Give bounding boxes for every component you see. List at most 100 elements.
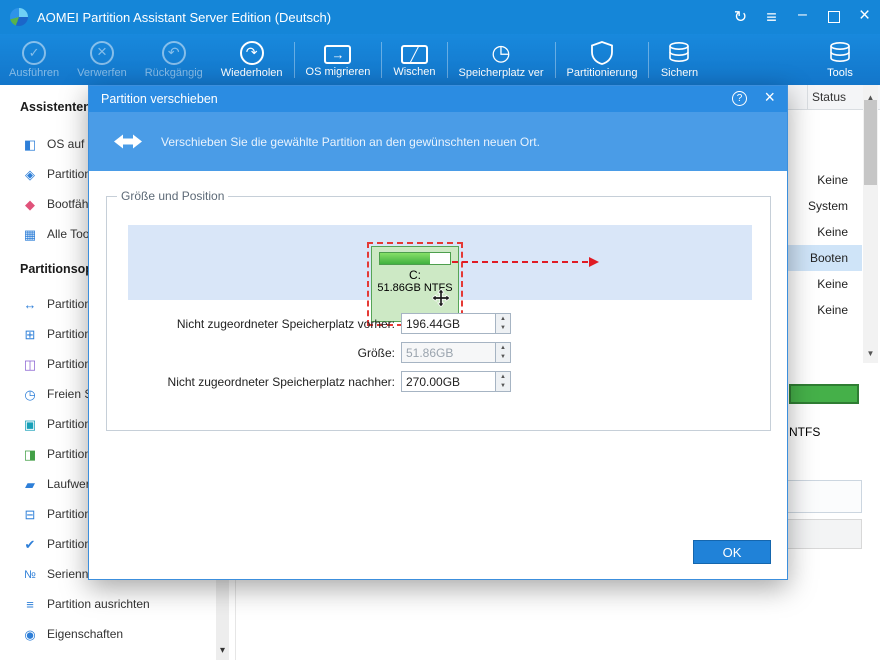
toolbar-separator xyxy=(554,41,556,78)
menu-icon[interactable] xyxy=(756,0,787,34)
sidebar-item-label: Partition ausrichten xyxy=(47,597,150,611)
drag-direction-arrow xyxy=(452,257,599,267)
spinner-up-icon[interactable] xyxy=(496,314,510,324)
toolbar-button-label: Wischen xyxy=(393,66,436,78)
toolbar-button-label: Rückgängig xyxy=(144,66,203,79)
toolbar-separator xyxy=(648,41,650,78)
status-cell[interactable]: Keine xyxy=(817,225,848,239)
drive-letter-icon xyxy=(22,478,38,491)
partition-usage-bar xyxy=(379,252,451,265)
partition-recover-icon xyxy=(22,168,38,181)
spinner-down-icon[interactable] xyxy=(496,324,510,334)
scroll-down-icon[interactable] xyxy=(863,343,878,361)
field-label: Größe: xyxy=(357,346,395,360)
size-position-groupbox: Größe und Position C: 51.86GB NTFS Nicht… xyxy=(106,189,771,431)
tools-button[interactable]: Tools xyxy=(812,34,868,85)
migrate-os-button[interactable]: OS migrieren xyxy=(297,34,380,85)
scroll-down-icon[interactable] xyxy=(216,640,229,658)
toolbar-button-label: Wiederholen xyxy=(220,66,283,79)
dialog-close-icon[interactable] xyxy=(764,87,775,108)
sidebar-item-label: Partition xyxy=(47,167,92,181)
sidebar-item-label: Partition xyxy=(47,417,92,431)
status-cell[interactable]: System xyxy=(808,199,848,213)
redo-button[interactable]: Wiederholen xyxy=(212,34,292,85)
spinner-down-icon[interactable] xyxy=(496,353,510,363)
sidebar-item-label: Partition xyxy=(47,297,92,311)
discard-icon xyxy=(89,40,114,65)
maximize-button[interactable] xyxy=(818,0,849,34)
partition-usage-fill xyxy=(380,253,430,264)
spinner xyxy=(495,343,510,362)
space-before-input[interactable] xyxy=(402,314,495,333)
resize-icon xyxy=(22,298,38,311)
status-cell[interactable]: Booten xyxy=(810,251,848,265)
window-controls xyxy=(725,0,880,34)
undo-button[interactable]: Rückgängig xyxy=(136,34,212,85)
redo-icon xyxy=(239,40,264,65)
dashed-arrow-line xyxy=(452,261,588,263)
toolbar-button-label: OS migrieren xyxy=(305,66,371,78)
apply-button[interactable]: Ausführen xyxy=(0,34,68,85)
space-after-input[interactable] xyxy=(402,372,495,391)
main-toolbar: Ausführen Verwerfen Rückgängig Wiederhol… xyxy=(0,34,880,85)
spinner-up-icon[interactable] xyxy=(496,343,510,353)
wipe-button[interactable]: Wischen xyxy=(384,34,444,85)
backup-button[interactable]: Sichern xyxy=(651,34,707,85)
copy-icon xyxy=(22,418,38,431)
column-divider xyxy=(807,85,808,110)
sidebar-item-align-partition[interactable]: Partition ausrichten xyxy=(0,589,235,619)
format-icon xyxy=(22,448,38,461)
disk-map-box xyxy=(787,480,862,513)
disk-map-box xyxy=(787,519,862,549)
disk-layout-strip: C: 51.86GB NTFS xyxy=(128,225,752,326)
status-cell[interactable]: Keine xyxy=(817,173,848,187)
toolbar-separator xyxy=(446,41,448,78)
partition-name: C: xyxy=(409,268,421,282)
migrate-os-icon xyxy=(324,45,352,64)
apply-check-icon xyxy=(22,40,47,65)
move-partition-dialog: Partition verschieben Verschieben Sie di… xyxy=(88,85,788,580)
toolbar-button-label: Verwerfen xyxy=(77,66,127,79)
wipe-disk-icon xyxy=(400,45,428,64)
dialog-banner: Verschieben Sie die gewählte Partition a… xyxy=(89,112,787,171)
disk-analyze-icon xyxy=(491,40,510,65)
partition-block[interactable]: C: 51.86GB NTFS xyxy=(371,246,459,322)
status-cell[interactable]: Keine xyxy=(817,277,848,291)
toolbar-button-label: Ausführen xyxy=(9,66,60,79)
status-cell[interactable]: Keine xyxy=(817,303,848,317)
align-icon xyxy=(22,598,38,611)
partitioning-button[interactable]: Partitionierung xyxy=(558,34,647,85)
discard-button[interactable]: Verwerfen xyxy=(68,34,136,85)
size-input xyxy=(402,343,495,362)
table-scrollbar[interactable] xyxy=(863,85,878,363)
sidebar-item-label: Partition xyxy=(47,327,92,341)
properties-icon xyxy=(22,628,38,641)
ok-button[interactable]: OK xyxy=(693,540,771,564)
size-input-wrap xyxy=(401,342,511,363)
status-column-header: Status xyxy=(811,90,846,104)
spinner xyxy=(495,372,510,391)
spinner xyxy=(495,314,510,333)
dialog-titlebar: Partition verschieben xyxy=(89,86,787,112)
bootable-media-icon xyxy=(22,198,38,211)
minimize-button[interactable] xyxy=(787,0,818,34)
window-title: AOMEI Partition Assistant Server Edition… xyxy=(37,9,332,25)
analyze-space-button[interactable]: Speicherplatz ver xyxy=(450,34,553,85)
sidebar-item-label: Alle Tool xyxy=(47,227,93,241)
app-logo-icon xyxy=(10,8,28,26)
close-button[interactable] xyxy=(849,0,880,34)
disk-map-partition-bar[interactable] xyxy=(789,384,859,404)
field-label: Nicht zugeordneter Speicherplatz vorher: xyxy=(176,317,395,331)
toolbar-button-label: Speicherplatz ver xyxy=(458,67,544,79)
sidebar-item-label: Partition xyxy=(47,357,92,371)
table-scrollbar-thumb[interactable] xyxy=(864,100,877,185)
spinner-up-icon[interactable] xyxy=(496,372,510,382)
sidebar-item-properties[interactable]: Eigenschaften xyxy=(0,619,235,649)
split-icon xyxy=(22,358,38,371)
monitor-icon xyxy=(22,138,38,151)
field-row: Größe: xyxy=(107,342,770,364)
help-icon[interactable] xyxy=(732,91,747,106)
spinner-down-icon[interactable] xyxy=(496,382,510,392)
space-after-input-wrap xyxy=(401,371,511,392)
refresh-icon[interactable] xyxy=(725,0,756,34)
